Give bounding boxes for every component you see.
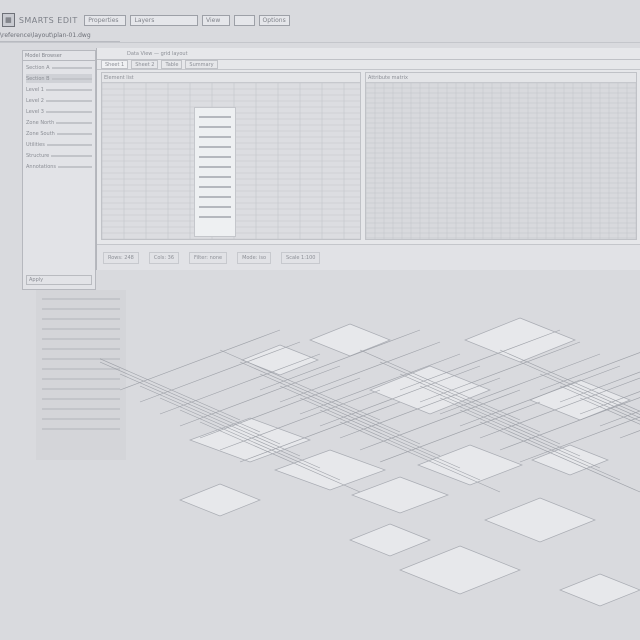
tree-item[interactable]: Level 2 bbox=[26, 96, 92, 105]
window-titlebar: Data View — grid layout bbox=[97, 48, 640, 60]
toolbar-blank-button[interactable] bbox=[233, 14, 255, 26]
tree-item[interactable]: Zone North bbox=[26, 118, 92, 127]
sheet-tabs: Sheet 1 Sheet 2 Table Summary bbox=[97, 60, 640, 70]
attribute-cells bbox=[366, 82, 636, 239]
tab-sheet-1[interactable]: Sheet 1 bbox=[101, 60, 129, 69]
status-filter[interactable]: Filter: none bbox=[189, 251, 228, 264]
data-view-window: Data View — grid layout Sheet 1 Sheet 2 … bbox=[96, 48, 640, 270]
tree-item[interactable]: Section A bbox=[26, 63, 92, 72]
path-breadcrumb[interactable]: \reference\layout\plan-01.dwg bbox=[0, 32, 120, 42]
tab-summary[interactable]: Summary bbox=[185, 60, 218, 69]
tree-item[interactable]: Annotations bbox=[26, 162, 92, 171]
toolbar-properties-button[interactable]: Properties bbox=[84, 14, 127, 26]
isometric-drawing-canvas[interactable] bbox=[100, 270, 640, 640]
app-logo-icon: ▦ bbox=[2, 13, 15, 27]
tree-item-selected[interactable]: Section B bbox=[26, 74, 92, 83]
divider bbox=[0, 42, 640, 43]
detail-card bbox=[194, 107, 236, 237]
status-bar: Rows: 248 Cols: 36 Filter: none Mode: is… bbox=[97, 244, 640, 270]
tree-item[interactable]: Level 1 bbox=[26, 85, 92, 94]
tree-item[interactable]: Level 3 bbox=[26, 107, 92, 116]
toolbar-layers-button[interactable]: Layers bbox=[130, 14, 199, 26]
tree-item[interactable]: Zone South bbox=[26, 129, 92, 138]
app-title: SMARTS EDIT TOOL bbox=[18, 15, 80, 25]
toolbar-options-button[interactable]: Options bbox=[258, 14, 291, 26]
grid-header: Attribute matrix bbox=[366, 73, 636, 83]
element-grid[interactable]: Element list bbox=[101, 72, 361, 240]
attribute-grid[interactable]: Attribute matrix bbox=[365, 72, 637, 240]
status-scale[interactable]: Scale 1:100 bbox=[281, 251, 321, 264]
window-title: Data View — grid layout bbox=[127, 50, 188, 57]
status-rows: Rows: 248 bbox=[103, 251, 139, 264]
grid-header: Element list bbox=[102, 73, 360, 83]
isometric-plan-drawing bbox=[100, 317, 640, 607]
tree-item[interactable]: Utilities bbox=[26, 140, 92, 149]
tab-sheet-2[interactable]: Sheet 2 bbox=[131, 60, 159, 69]
panel-header: Model Browser bbox=[23, 51, 95, 61]
status-cols: Cols: 36 bbox=[148, 251, 180, 264]
model-browser-panel: Model Browser Section A Section B Level … bbox=[22, 50, 96, 290]
tree-item[interactable]: Structure bbox=[26, 151, 92, 160]
tab-table[interactable]: Table bbox=[161, 60, 183, 69]
toolbar-view-button[interactable]: View bbox=[202, 14, 230, 26]
apply-button[interactable]: Apply bbox=[26, 275, 92, 285]
status-mode[interactable]: Mode: iso bbox=[237, 251, 272, 264]
top-toolbar: ▦ SMARTS EDIT TOOL Properties Layers Vie… bbox=[0, 10, 291, 30]
